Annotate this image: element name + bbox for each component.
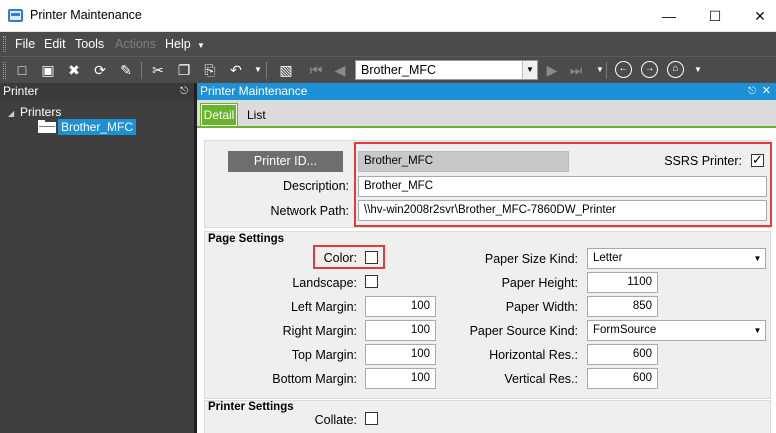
- menu-actions[interactable]: Actions: [115, 37, 156, 51]
- chevron-down-icon[interactable]: ▼: [750, 249, 765, 268]
- top-margin-label: Top Margin:: [291, 348, 357, 362]
- delete-icon[interactable]: ✖: [64, 60, 84, 80]
- folder-icon: [38, 120, 56, 133]
- title-bar: Printer Maintenance — ☐ ✕: [0, 0, 776, 32]
- paper-source-kind-label: Paper Source Kind:: [469, 324, 578, 338]
- undo-dropdown-icon[interactable]: ▼: [248, 60, 268, 80]
- record-selector[interactable]: Brother_MFC ▼: [355, 60, 538, 80]
- tree-panel: ◢ Printers Brother_MFC: [0, 100, 194, 433]
- left-margin-label: Left Margin:: [290, 300, 357, 314]
- highlight-box-printer-info: [354, 142, 772, 227]
- copy-icon[interactable]: ❐: [174, 60, 194, 80]
- maximize-button[interactable]: ☐: [703, 6, 727, 26]
- menu-grip: [3, 36, 6, 52]
- previous-record-icon[interactable]: ◀: [330, 60, 350, 80]
- tree-node-printers[interactable]: ◢ Printers: [8, 105, 61, 119]
- vertical-res-label: Vertical Res.:: [504, 372, 578, 386]
- cut-icon[interactable]: ✂: [148, 60, 168, 80]
- paper-source-kind-value: FormSource: [593, 324, 657, 336]
- collate-label: Collate:: [314, 413, 357, 427]
- paper-size-kind-label: Paper Size Kind:: [484, 252, 578, 266]
- paper-source-kind-select[interactable]: FormSource ▼: [587, 320, 766, 341]
- network-path-label: Network Path:: [270, 204, 349, 218]
- record-selector-value: Brother_MFC: [361, 63, 437, 77]
- left-panel-title: Printer: [3, 84, 39, 98]
- paper-size-kind-select[interactable]: Letter ▼: [587, 248, 766, 269]
- landscape-checkbox[interactable]: [365, 275, 378, 288]
- top-margin-field[interactable]: 100: [365, 344, 436, 365]
- menu-tools[interactable]: Tools: [75, 37, 104, 51]
- tree-node-printers-label: Printers: [20, 105, 62, 119]
- toolbar: □ ▣ ✖ ⟳ ✎ ✂ ❐ ⎘ ↶ ▼ ▧ ⏮ ◀ Brother_MFC ▼ …: [0, 56, 776, 83]
- bottom-margin-label: Bottom Margin:: [272, 372, 357, 386]
- horizontal-res-label: Horizontal Res.:: [489, 348, 578, 362]
- paste-icon[interactable]: ⎘: [200, 60, 220, 80]
- tree-node-brother-mfc-label: Brother_MFC: [58, 119, 137, 135]
- highlight-box-color: [313, 245, 385, 269]
- page-settings-title: Page Settings: [208, 233, 285, 245]
- new-icon[interactable]: □: [12, 60, 32, 80]
- menu-bar: File Edit Tools Actions Help ▼: [0, 32, 776, 56]
- toolbar-separator: [266, 62, 267, 79]
- menu-overflow-icon[interactable]: ▼: [197, 41, 205, 50]
- back-icon[interactable]: ←: [615, 61, 632, 78]
- right-panel-header: Printer Maintenance ⎋ ✕: [197, 83, 776, 100]
- horizontal-res-field[interactable]: 600: [587, 344, 658, 365]
- paper-size-kind-value: Letter: [593, 252, 623, 264]
- forward-icon[interactable]: →: [641, 61, 658, 78]
- toolbar-separator: [141, 62, 142, 79]
- printer-settings-title: Printer Settings: [208, 401, 294, 413]
- paper-height-label: Paper Height:: [501, 276, 578, 290]
- right-panel-title: Printer Maintenance: [200, 84, 308, 98]
- first-record-icon[interactable]: ⏮: [306, 60, 326, 80]
- vertical-res-field[interactable]: 600: [587, 368, 658, 389]
- close-window-button[interactable]: ✕: [748, 6, 772, 26]
- bottom-margin-field[interactable]: 100: [365, 368, 436, 389]
- tab-detail[interactable]: Detail: [200, 103, 238, 127]
- close-panel-icon[interactable]: ✕: [762, 83, 771, 100]
- landscape-label: Landscape:: [292, 276, 357, 290]
- next-record-icon[interactable]: ▶: [542, 60, 562, 80]
- left-panel-header: Printer ⎋: [0, 83, 194, 100]
- menu-help[interactable]: Help: [165, 37, 191, 51]
- pin-icon[interactable]: ⎋: [180, 83, 188, 100]
- paper-width-label: Paper Width:: [505, 300, 578, 314]
- menu-edit[interactable]: Edit: [44, 37, 66, 51]
- expand-triangle-icon[interactable]: ◢: [8, 109, 20, 118]
- toolbar-grip: [3, 62, 6, 79]
- paper-height-field[interactable]: 1100: [587, 272, 658, 293]
- web-dropdown-icon[interactable]: ▼: [688, 60, 708, 80]
- collate-checkbox[interactable]: [365, 412, 378, 425]
- detail-content: Printer ID... Brother_MFC SSRS Printer: …: [197, 130, 776, 433]
- refresh-icon[interactable]: ⟳: [90, 60, 110, 80]
- binoculars-search-icon[interactable]: ▧: [276, 60, 296, 80]
- left-margin-field[interactable]: 100: [365, 296, 436, 317]
- minimize-button[interactable]: —: [657, 6, 681, 26]
- right-margin-label: Right Margin:: [282, 324, 357, 338]
- chevron-down-icon[interactable]: ▼: [750, 321, 765, 340]
- undo-icon[interactable]: ↶: [226, 60, 246, 80]
- window-title: Printer Maintenance: [30, 8, 142, 22]
- home-icon[interactable]: ⌂: [667, 61, 684, 78]
- chevron-down-icon[interactable]: ▼: [522, 61, 537, 79]
- printer-id-button[interactable]: Printer ID...: [228, 151, 343, 172]
- last-record-icon[interactable]: ⏭: [566, 60, 586, 80]
- pin-icon[interactable]: ⎋: [748, 83, 756, 100]
- save-icon[interactable]: ▣: [38, 60, 58, 80]
- toolbar-separator: [606, 62, 607, 79]
- clear-broom-icon[interactable]: ✎: [116, 60, 136, 80]
- app-icon: [8, 9, 23, 22]
- right-margin-field[interactable]: 100: [365, 320, 436, 341]
- menu-file[interactable]: File: [15, 37, 35, 51]
- tab-strip: Detail List: [197, 100, 776, 128]
- nav-dropdown-icon[interactable]: ▼: [590, 60, 610, 80]
- description-label: Description:: [283, 179, 349, 193]
- paper-width-field[interactable]: 850: [587, 296, 658, 317]
- tab-list[interactable]: List: [247, 108, 266, 122]
